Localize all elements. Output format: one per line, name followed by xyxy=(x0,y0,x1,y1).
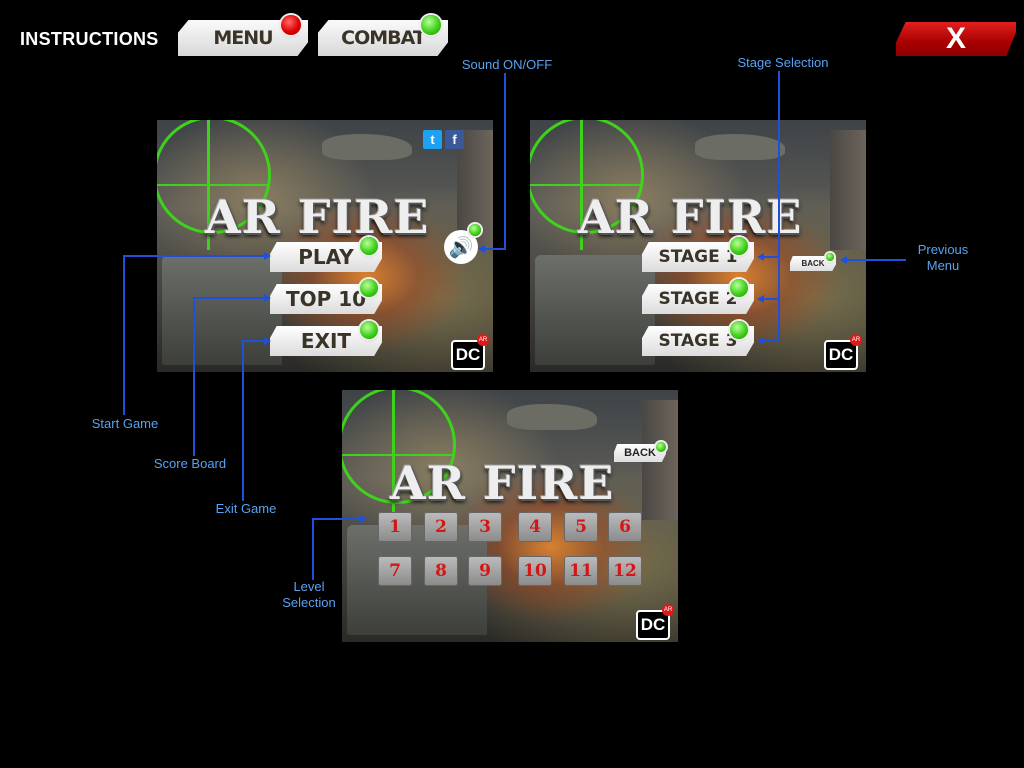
tab-menu-label: MENU xyxy=(213,27,273,49)
speaker-icon: 🔊 xyxy=(448,236,474,259)
truck-image xyxy=(162,255,282,365)
game-logo: AR FIRE xyxy=(578,190,803,244)
label-sound-on-off: Sound ON/OFF xyxy=(461,57,553,72)
menu-indicator-icon xyxy=(281,15,301,35)
stage-1-label: STAGE 1 xyxy=(658,247,738,267)
ar-badge: AR xyxy=(662,604,674,616)
label-previous-menu: Previous Menu xyxy=(917,242,969,273)
truck-image xyxy=(347,525,487,635)
level-menu-screenshot: AR FIRE BACK 1 2 3 4 5 6 7 8 9 10 11 12 DC AR xyxy=(342,390,678,642)
helicopter-image xyxy=(507,404,597,430)
close-button[interactable]: X xyxy=(896,22,1016,56)
stage-3-indicator-icon xyxy=(730,321,748,339)
helicopter-image xyxy=(695,134,785,160)
stage-menu-screenshot: AR FIRE STAGE 1 STAGE 2 STAGE 3 BACK DC … xyxy=(530,120,866,372)
exit-label: EXIT xyxy=(300,329,352,353)
exit-indicator-icon xyxy=(360,321,378,339)
label-stage-selection: Stage Selection xyxy=(737,55,829,70)
back-indicator-icon xyxy=(826,253,834,261)
facebook-icon[interactable]: f xyxy=(445,130,464,149)
level-4-button[interactable]: 4 xyxy=(518,512,552,542)
ar-badge: AR xyxy=(477,334,489,346)
level-6-button[interactable]: 6 xyxy=(608,512,642,542)
level-7-button[interactable]: 7 xyxy=(378,556,412,586)
stage-1-indicator-icon xyxy=(730,237,748,255)
back-indicator-icon xyxy=(656,442,666,452)
game-logo: AR FIRE xyxy=(205,190,430,244)
truck-image xyxy=(535,255,655,365)
level-10-button[interactable]: 10 xyxy=(518,556,552,586)
combat-indicator-icon xyxy=(421,15,441,35)
main-menu-screenshot: AR FIRE t f PLAY TOP 10 EXIT 🔊 DC AR xyxy=(157,120,493,372)
building-image xyxy=(830,130,866,250)
close-icon: X xyxy=(945,22,966,55)
play-indicator-icon xyxy=(360,237,378,255)
level-11-button[interactable]: 11 xyxy=(564,556,598,586)
label-score-board: Score Board xyxy=(153,456,227,471)
back-label: BACK xyxy=(624,447,656,459)
stage-2-label: STAGE 2 xyxy=(658,289,738,309)
dc-logo-text: DC xyxy=(640,615,666,634)
level-8-button[interactable]: 8 xyxy=(424,556,458,586)
top10-indicator-icon xyxy=(360,279,378,297)
twitter-icon[interactable]: t xyxy=(423,130,442,149)
game-logo: AR FIRE xyxy=(390,456,615,510)
level-2-button[interactable]: 2 xyxy=(424,512,458,542)
level-12-button[interactable]: 12 xyxy=(608,556,642,586)
tab-combat-label: COMBAT xyxy=(341,27,426,49)
label-start-game: Start Game xyxy=(91,416,159,431)
page-title: INSTRUCTIONS xyxy=(20,29,159,49)
level-5-button[interactable]: 5 xyxy=(564,512,598,542)
label-exit-game: Exit Game xyxy=(215,501,277,516)
label-level-selection: Level Selection xyxy=(282,579,336,610)
dc-logo-text: DC xyxy=(828,345,854,364)
helicopter-image xyxy=(322,134,412,160)
sound-indicator-icon xyxy=(469,224,481,236)
stage-3-label: STAGE 3 xyxy=(658,331,738,351)
level-1-button[interactable]: 1 xyxy=(378,512,412,542)
level-3-button[interactable]: 3 xyxy=(468,512,502,542)
top10-label: TOP 10 xyxy=(285,287,367,311)
stage-2-indicator-icon xyxy=(730,279,748,297)
dc-logo-text: DC xyxy=(455,345,481,364)
play-label: PLAY xyxy=(298,245,354,269)
back-label: BACK xyxy=(801,259,825,268)
ar-badge: AR xyxy=(850,334,862,346)
level-9-button[interactable]: 9 xyxy=(468,556,502,586)
